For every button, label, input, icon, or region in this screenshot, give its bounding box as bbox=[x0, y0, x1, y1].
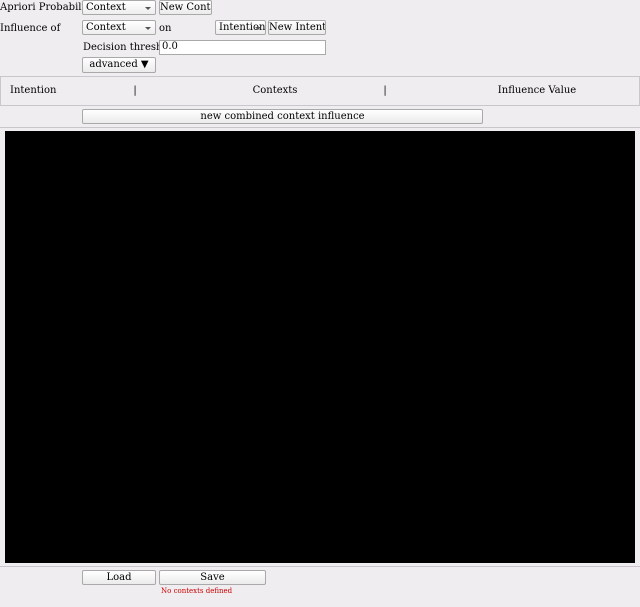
divider bbox=[0, 76, 640, 77]
threshold-input[interactable]: 0.0 bbox=[159, 40, 326, 55]
column-header-intention[interactable]: Intention bbox=[10, 84, 56, 98]
graph-canvas[interactable] bbox=[5, 131, 635, 563]
column-separator: | bbox=[383, 85, 387, 96]
save-button[interactable]: Save bbox=[159, 570, 266, 585]
divider bbox=[0, 127, 640, 128]
on-label: on bbox=[159, 23, 172, 34]
column-header-influence-value[interactable]: Influence Value bbox=[487, 84, 587, 98]
divider bbox=[0, 76, 1, 106]
new-intention-button[interactable]: New Intention bbox=[268, 20, 326, 35]
new-context-button[interactable]: New Context bbox=[159, 0, 212, 15]
chevron-down-icon bbox=[145, 27, 151, 30]
apriori-context-select[interactable]: Context bbox=[82, 0, 156, 15]
load-button[interactable]: Load bbox=[82, 570, 156, 585]
influence-label: Influence of bbox=[0, 23, 61, 34]
status-message: No contexts defined bbox=[161, 587, 233, 595]
apriori-context-select-value: Context bbox=[86, 2, 126, 13]
column-separator: | bbox=[133, 85, 137, 96]
column-header-contexts[interactable]: Contexts bbox=[225, 84, 325, 98]
influence-context-select[interactable]: Context bbox=[82, 20, 156, 35]
chevron-down-icon bbox=[255, 27, 261, 30]
advanced-button[interactable]: advanced ▼ bbox=[82, 57, 156, 73]
influence-intention-select[interactable]: Intention bbox=[215, 20, 266, 35]
divider bbox=[0, 105, 640, 106]
chevron-down-icon bbox=[145, 7, 151, 10]
divider bbox=[0, 566, 640, 567]
new-combined-context-influence-button[interactable]: new combined context influence bbox=[82, 109, 483, 124]
influence-context-select-value: Context bbox=[86, 22, 126, 33]
